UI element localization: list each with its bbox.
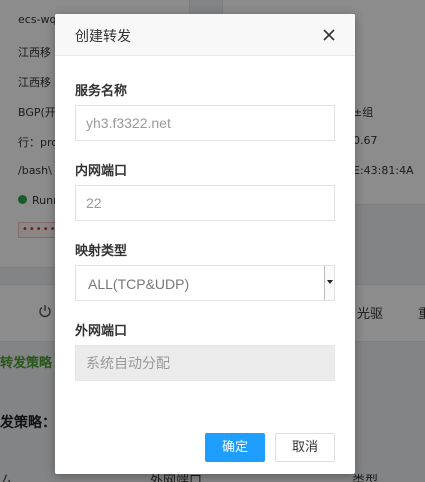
external-port-input <box>75 345 335 381</box>
external-port-label: 外网端口 <box>75 324 128 339</box>
cancel-button[interactable]: 取消 <box>275 433 335 462</box>
internal-port-label: 内网端口 <box>75 164 128 179</box>
create-forwarding-dialog: 创建转发 服务名称 内网端口 映射类型 ALL(TCP&UDP) 外网端口 确定… <box>55 14 355 474</box>
close-icon[interactable] <box>322 28 336 42</box>
service-name-label: 服务名称 <box>75 84 128 99</box>
chevron-down-icon <box>327 280 333 284</box>
mapping-type-value: ALL(TCP&UDP) <box>88 276 190 292</box>
dialog-title: 创建转发 <box>75 29 131 45</box>
confirm-button[interactable]: 确定 <box>205 433 265 462</box>
service-name-input[interactable] <box>75 105 335 141</box>
dialog-header: 创建转发 <box>55 14 355 56</box>
select-arrow-button[interactable] <box>324 266 334 300</box>
mapping-type-label: 映射类型 <box>75 244 128 259</box>
internal-port-input[interactable] <box>75 185 335 221</box>
mapping-type-select[interactable]: ALL(TCP&UDP) <box>75 265 335 301</box>
